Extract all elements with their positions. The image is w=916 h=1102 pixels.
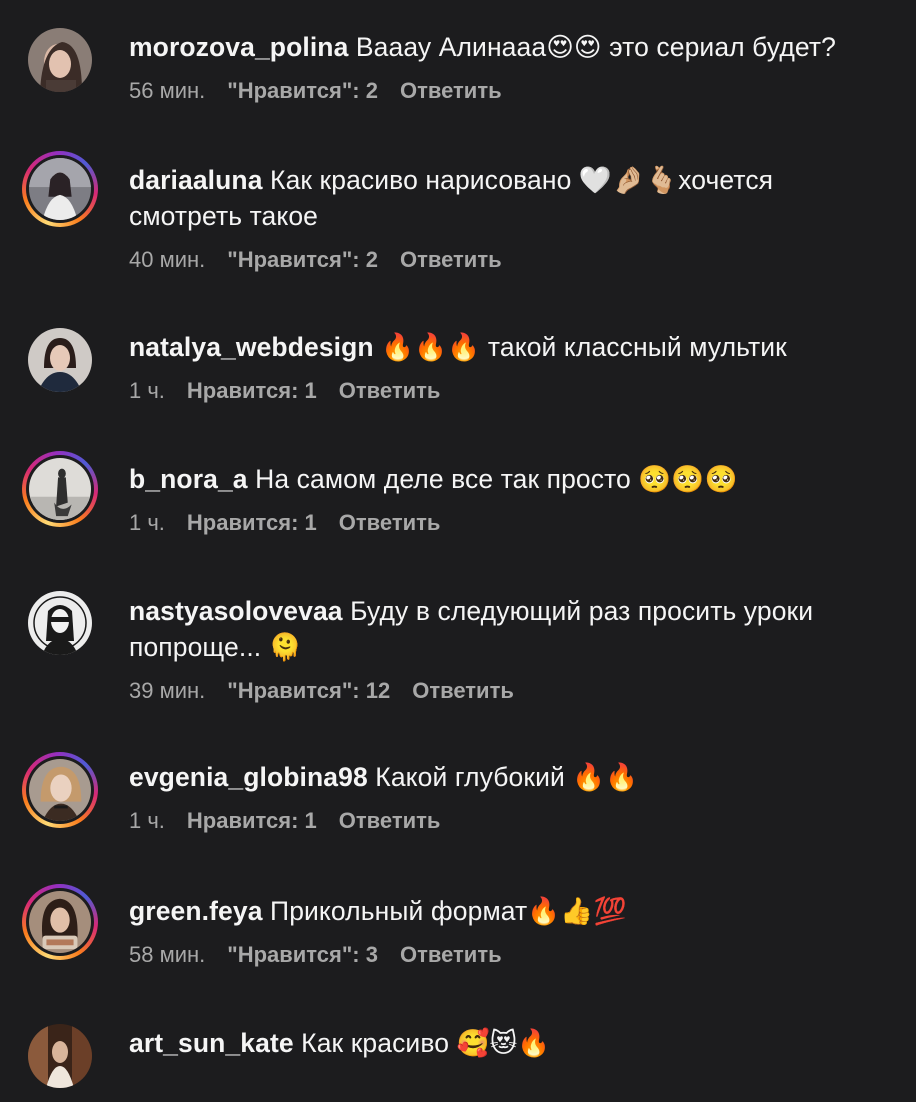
comment-message: Какой глубокий 🔥🔥	[375, 762, 639, 792]
comment-time[interactable]: 56 мин.	[129, 77, 205, 105]
comment-time[interactable]: 40 мин.	[129, 246, 205, 274]
comment-username[interactable]: morozova_polina	[129, 32, 348, 62]
avatar[interactable]	[22, 151, 98, 227]
avatar-image	[29, 458, 91, 520]
comment-meta: 56 мин. "Нравится": 2 Ответить	[129, 77, 886, 105]
avatar-image	[29, 759, 91, 821]
comment-time[interactable]: 1 ч.	[129, 377, 165, 405]
avatar[interactable]	[22, 22, 98, 98]
reply-button[interactable]: Ответить	[400, 246, 502, 274]
comment-body: b_nora_a На самом деле все так просто 🥺🥺…	[129, 461, 886, 537]
comment-likes[interactable]: "Нравится": 2	[227, 246, 378, 274]
comment-username[interactable]: b_nora_a	[129, 464, 248, 494]
reply-button[interactable]: Ответить	[400, 77, 502, 105]
comment-body: natalya_webdesign 🔥🔥🔥 такой классный мул…	[129, 329, 886, 405]
comment-username[interactable]: natalya_webdesign	[129, 332, 374, 362]
comment-meta: 40 мин. "Нравится": 2 Ответить	[129, 246, 886, 274]
comment-likes[interactable]: "Нравится": 3	[227, 941, 378, 969]
avatar-image	[28, 1024, 92, 1088]
comment-username[interactable]: nastyasolovevaa	[129, 596, 343, 626]
avatar[interactable]	[22, 322, 98, 398]
comment-time[interactable]: 39 мин.	[129, 677, 205, 705]
comment-time[interactable]: 58 мин.	[129, 941, 205, 969]
comment-message: Прикольный формат🔥👍💯	[270, 896, 627, 926]
comment-username[interactable]: art_sun_kate	[129, 1028, 294, 1058]
comment-body: art_sun_kate Как красиво 🥰😻🔥	[129, 1025, 886, 1061]
avatar[interactable]	[22, 585, 98, 661]
comment-message: Вааау Алинааа😍😍 это сериал будет?	[355, 32, 836, 62]
reply-button[interactable]: Ответить	[412, 677, 514, 705]
comment-likes[interactable]: "Нравится": 12	[227, 677, 390, 705]
avatar-image	[29, 891, 91, 953]
comment-message: На самом деле все так просто 🥺🥺🥺	[255, 464, 738, 494]
reply-button[interactable]: Ответить	[339, 377, 441, 405]
comment-message: Как красиво 🥰😻🔥	[301, 1028, 551, 1058]
comment-text: evgenia_globina98 Какой глубокий 🔥🔥	[129, 759, 886, 795]
avatar-image	[28, 591, 92, 655]
avatar-image	[29, 158, 91, 220]
comment-text: b_nora_a На самом деле все так просто 🥺🥺…	[129, 461, 886, 497]
comment-text: art_sun_kate Как красиво 🥰😻🔥	[129, 1025, 886, 1061]
comment-time[interactable]: 1 ч.	[129, 807, 165, 835]
comment-username[interactable]: evgenia_globina98	[129, 762, 368, 792]
avatar[interactable]	[22, 451, 98, 527]
comment-meta: 1 ч. Нравится: 1 Ответить	[129, 807, 886, 835]
comment-meta: 39 мин. "Нравится": 12 Ответить	[129, 677, 886, 705]
comment-message: 🔥🔥🔥 такой классный мультик	[381, 332, 787, 362]
avatar-image	[28, 328, 92, 392]
comment-time[interactable]: 1 ч.	[129, 509, 165, 537]
reply-button[interactable]: Ответить	[339, 807, 441, 835]
comment-body: green.feya Прикольный формат🔥👍💯 58 мин. "…	[129, 893, 886, 969]
comment-likes[interactable]: "Нравится": 2	[227, 77, 378, 105]
comment-body: evgenia_globina98 Какой глубокий 🔥🔥 1 ч.…	[129, 759, 886, 835]
comment-text: dariaaluna Как красиво нарисовано 🤍🤌🏼🫰🏼х…	[129, 162, 886, 234]
comment-body: dariaaluna Как красиво нарисовано 🤍🤌🏼🫰🏼х…	[129, 162, 886, 274]
comment-text: nastyasolovevaa Буду в следующий раз про…	[129, 593, 886, 665]
comment-body: morozova_polina Вааау Алинааа😍😍 это сери…	[129, 29, 886, 105]
comment-body: nastyasolovevaa Буду в следующий раз про…	[129, 593, 886, 705]
comment-meta: 58 мин. "Нравится": 3 Ответить	[129, 941, 886, 969]
comment-text: natalya_webdesign 🔥🔥🔥 такой классный мул…	[129, 329, 886, 365]
avatar-image	[28, 28, 92, 92]
comment-text: morozova_polina Вааау Алинааа😍😍 это сери…	[129, 29, 886, 65]
comment-meta: 1 ч. Нравится: 1 Ответить	[129, 509, 886, 537]
avatar[interactable]	[22, 884, 98, 960]
reply-button[interactable]: Ответить	[339, 509, 441, 537]
comment-username[interactable]: green.feya	[129, 896, 263, 926]
avatar[interactable]	[22, 752, 98, 828]
comment-meta: 1 ч. Нравится: 1 Ответить	[129, 377, 886, 405]
comment-text: green.feya Прикольный формат🔥👍💯	[129, 893, 886, 929]
reply-button[interactable]: Ответить	[400, 941, 502, 969]
comment-likes[interactable]: Нравится: 1	[187, 807, 317, 835]
comment-username[interactable]: dariaaluna	[129, 165, 263, 195]
avatar[interactable]	[22, 1018, 98, 1094]
comment-likes[interactable]: Нравится: 1	[187, 509, 317, 537]
comment-likes[interactable]: Нравится: 1	[187, 377, 317, 405]
